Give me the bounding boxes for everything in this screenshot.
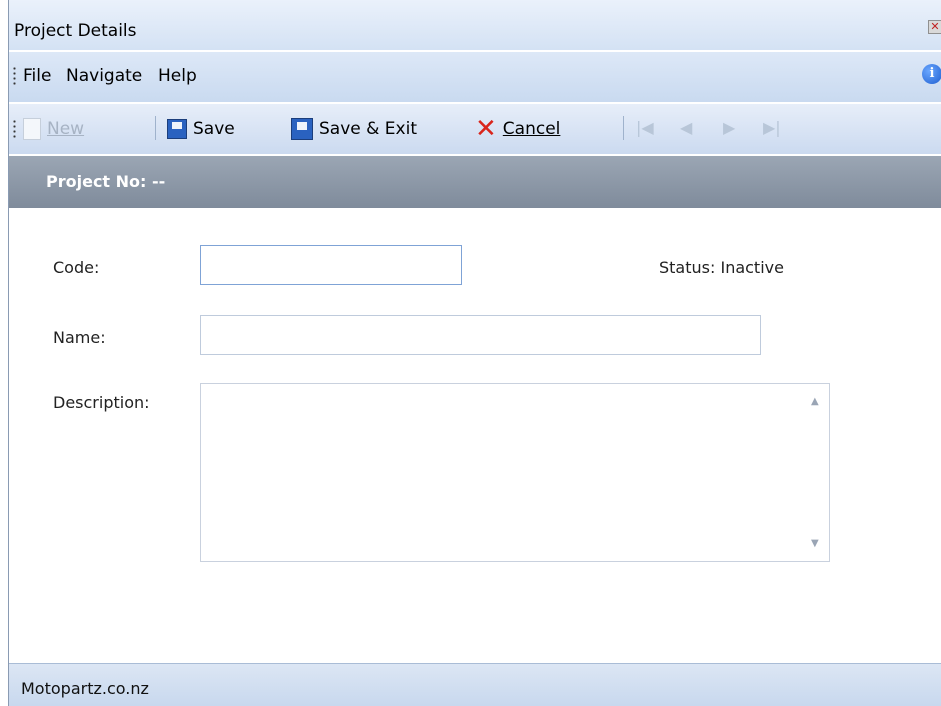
scroll-down-icon[interactable]: ▼ <box>811 538 819 549</box>
status-text: Status: Inactive <box>659 258 784 277</box>
toolbar-separator <box>155 116 156 140</box>
save-button[interactable]: Save <box>167 116 235 142</box>
description-textarea[interactable]: ▲ ▼ <box>200 383 830 562</box>
toolbar-separator <box>623 116 624 140</box>
menu-file[interactable]: File <box>23 66 51 86</box>
menu-navigate[interactable]: Navigate <box>66 66 142 86</box>
toolbar: New Save Save & Exit ✕ Cancel |◀ ◀ ▶ ▶| <box>9 104 941 154</box>
name-label: Name: <box>53 328 106 347</box>
save-exit-button-label: Save & Exit <box>319 119 417 139</box>
save-exit-button[interactable]: Save & Exit <box>291 116 417 142</box>
info-icon[interactable]: i <box>922 64 941 84</box>
code-input[interactable] <box>200 245 462 285</box>
project-number-label: Project No: <box>46 172 147 191</box>
cancel-button[interactable]: ✕ Cancel <box>475 116 560 142</box>
menu-help[interactable]: Help <box>158 66 197 86</box>
project-form: Code: Status: Inactive Name: Description… <box>9 210 941 661</box>
last-record-icon[interactable]: ▶| <box>763 118 781 137</box>
new-button-label: New <box>47 119 85 139</box>
project-number-heading: Project No: -- <box>46 172 165 191</box>
description-scrollbar[interactable]: ▲ ▼ <box>803 384 829 561</box>
status-bar-text: Motopartz.co.nz <box>21 679 149 698</box>
description-label: Description: <box>53 393 150 412</box>
new-button[interactable]: New <box>23 116 84 142</box>
next-record-icon[interactable]: ▶ <box>723 118 735 137</box>
save-button-label: Save <box>193 119 235 139</box>
status-value: Inactive <box>720 258 784 277</box>
project-number-value: -- <box>152 172 166 191</box>
name-input[interactable] <box>200 315 761 355</box>
save-exit-icon <box>291 118 313 140</box>
project-details-window: Project Details ✕ File Navigate Help i N… <box>8 0 941 706</box>
close-icon[interactable]: ✕ <box>928 20 941 34</box>
window-title: Project Details <box>14 21 137 41</box>
title-bar: Project Details ✕ <box>9 0 941 50</box>
status-label: Status: <box>659 258 716 277</box>
scroll-up-icon[interactable]: ▲ <box>811 396 819 407</box>
cancel-x-icon: ✕ <box>475 114 497 144</box>
cancel-button-label: Cancel <box>502 119 561 139</box>
new-document-icon <box>23 118 41 140</box>
toolbar-grip-icon[interactable] <box>13 119 16 139</box>
first-record-icon[interactable]: |◀ <box>636 118 654 137</box>
previous-record-icon[interactable]: ◀ <box>680 118 692 137</box>
menu-grip-icon[interactable] <box>13 66 16 86</box>
project-header: Project No: -- <box>9 156 941 208</box>
floppy-disk-icon <box>167 119 187 139</box>
menu-bar: File Navigate Help i <box>9 52 941 102</box>
status-bar: Motopartz.co.nz <box>9 663 941 706</box>
code-label: Code: <box>53 258 100 277</box>
